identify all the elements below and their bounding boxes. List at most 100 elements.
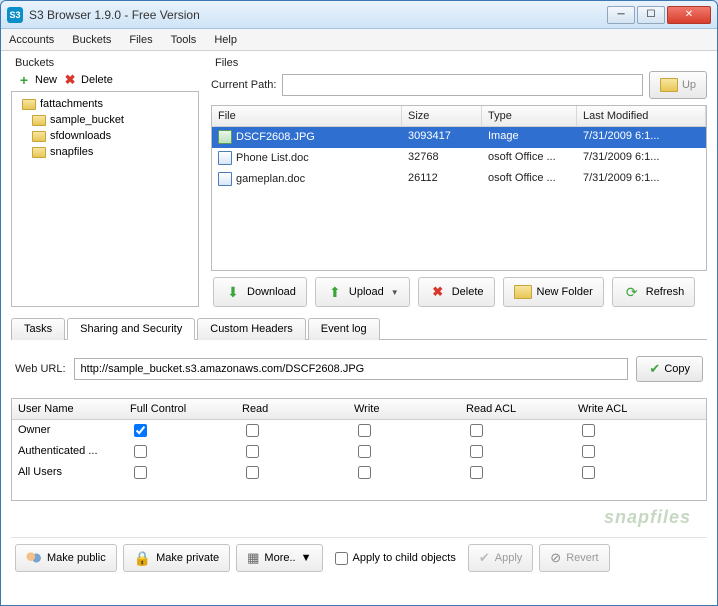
perm-col-racl[interactable]: Read ACL bbox=[460, 399, 572, 419]
path-label: Current Path: bbox=[211, 79, 276, 91]
file-row[interactable]: Phone List.doc32768osoft Office ...7/31/… bbox=[212, 148, 706, 169]
bucket-item[interactable]: sfdownloads bbox=[14, 128, 196, 144]
perm-checkbox[interactable] bbox=[358, 466, 371, 479]
menu-buckets[interactable]: Buckets bbox=[72, 34, 111, 46]
upload-icon: ⬆ bbox=[326, 283, 344, 301]
bucket-item[interactable]: snapfiles bbox=[14, 144, 196, 160]
app-window: S3 S3 Browser 1.9.0 - Free Version ─ ☐ ✕… bbox=[0, 0, 718, 606]
window-title: S3 Browser 1.9.0 - Free Version bbox=[29, 8, 607, 22]
download-icon: ⬇ bbox=[224, 283, 242, 301]
perm-checkbox[interactable] bbox=[358, 424, 371, 437]
col-type[interactable]: Type bbox=[482, 106, 577, 126]
apply-button[interactable]: ✔ Apply bbox=[468, 544, 533, 572]
perm-col-wacl[interactable]: Write ACL bbox=[572, 399, 684, 419]
make-private-button[interactable]: 🔒 Make private bbox=[123, 544, 230, 572]
path-input[interactable] bbox=[282, 74, 643, 96]
file-lm: 7/31/2009 6:1... bbox=[577, 169, 706, 189]
delete-file-button[interactable]: ✖ Delete bbox=[418, 277, 495, 307]
folder-up-icon bbox=[660, 78, 678, 92]
delete-file-label: Delete bbox=[452, 286, 484, 298]
apply-child-label: Apply to child objects bbox=[353, 552, 456, 564]
tab-tasks[interactable]: Tasks bbox=[11, 318, 65, 340]
perm-col-full[interactable]: Full Control bbox=[124, 399, 236, 419]
perm-checkbox[interactable] bbox=[134, 445, 147, 458]
minimize-button[interactable]: ─ bbox=[607, 6, 635, 24]
perm-checkbox[interactable] bbox=[358, 445, 371, 458]
buckets-tree: fattachments sample_bucket sfdownloads s… bbox=[11, 91, 199, 307]
check-icon: ✔ bbox=[479, 550, 490, 566]
upload-label: Upload bbox=[349, 286, 384, 298]
more-label: More.. bbox=[264, 552, 295, 564]
file-row[interactable]: gameplan.doc26112osoft Office ...7/31/20… bbox=[212, 169, 706, 190]
file-type: Image bbox=[482, 127, 577, 147]
tab-event-log[interactable]: Event log bbox=[308, 318, 380, 340]
revert-button[interactable]: ⊘ Revert bbox=[539, 544, 609, 572]
download-button[interactable]: ⬇ Download bbox=[213, 277, 307, 307]
apply-child-checkbox[interactable]: Apply to child objects bbox=[329, 552, 462, 565]
perm-checkbox[interactable] bbox=[470, 445, 483, 458]
app-icon: S3 bbox=[7, 7, 23, 23]
file-icon bbox=[218, 151, 232, 165]
perm-checkbox[interactable] bbox=[246, 445, 259, 458]
bucket-label: snapfiles bbox=[50, 146, 93, 158]
new-folder-icon bbox=[514, 285, 532, 299]
weburl-input[interactable] bbox=[74, 358, 629, 380]
copy-button[interactable]: ✔ Copy bbox=[636, 356, 703, 382]
file-size: 32768 bbox=[402, 148, 482, 168]
perm-checkbox[interactable] bbox=[246, 466, 259, 479]
refresh-button[interactable]: ⟳ Refresh bbox=[612, 277, 696, 307]
perm-row: Owner bbox=[12, 420, 706, 441]
delete-bucket-label: Delete bbox=[81, 74, 113, 86]
up-button[interactable]: Up bbox=[649, 71, 707, 99]
col-file[interactable]: File bbox=[212, 106, 402, 126]
upload-button[interactable]: ⬆ Upload ▼ bbox=[315, 277, 410, 307]
bucket-label: fattachments bbox=[40, 98, 103, 110]
folder-icon bbox=[32, 147, 46, 158]
make-public-button[interactable]: Make public bbox=[15, 544, 117, 572]
revert-icon: ⊘ bbox=[550, 550, 561, 566]
perm-col-user[interactable]: User Name bbox=[12, 399, 124, 419]
menu-files[interactable]: Files bbox=[129, 34, 152, 46]
perm-checkbox[interactable] bbox=[582, 424, 595, 437]
file-name: DSCF2608.JPG bbox=[236, 131, 315, 143]
close-button[interactable]: ✕ bbox=[667, 6, 711, 24]
chevron-down-icon: ▼ bbox=[301, 552, 312, 564]
perm-checkbox[interactable] bbox=[470, 466, 483, 479]
perm-checkbox[interactable] bbox=[246, 424, 259, 437]
perm-checkbox[interactable] bbox=[470, 424, 483, 437]
file-row[interactable]: DSCF2608.JPG3093417Image7/31/2009 6:1... bbox=[212, 127, 706, 148]
perm-checkbox[interactable] bbox=[582, 466, 595, 479]
menu-tools[interactable]: Tools bbox=[171, 34, 197, 46]
make-private-label: Make private bbox=[156, 552, 219, 564]
perm-col-read[interactable]: Read bbox=[236, 399, 348, 419]
folder-icon bbox=[22, 99, 36, 110]
bucket-item[interactable]: fattachments bbox=[14, 96, 196, 112]
apply-child-input[interactable] bbox=[335, 552, 348, 565]
tab-sharing[interactable]: Sharing and Security bbox=[67, 318, 195, 340]
bucket-item[interactable]: sample_bucket bbox=[14, 112, 196, 128]
perm-checkbox[interactable] bbox=[582, 445, 595, 458]
perm-checkbox[interactable] bbox=[134, 424, 147, 437]
file-icon bbox=[218, 130, 232, 144]
menu-help[interactable]: Help bbox=[214, 34, 237, 46]
folder-icon bbox=[32, 131, 46, 142]
tab-custom-headers[interactable]: Custom Headers bbox=[197, 318, 306, 340]
files-table: File Size Type Last Modified DSCF2608.JP… bbox=[211, 105, 707, 271]
perm-col-write[interactable]: Write bbox=[348, 399, 460, 419]
col-size[interactable]: Size bbox=[402, 106, 482, 126]
revert-label: Revert bbox=[566, 552, 598, 564]
col-lm[interactable]: Last Modified bbox=[577, 106, 706, 126]
file-type: osoft Office ... bbox=[482, 169, 577, 189]
delete-bucket-button[interactable]: ✖ Delete bbox=[63, 73, 113, 87]
lock-icon: 🔒 bbox=[134, 550, 151, 567]
maximize-button[interactable]: ☐ bbox=[637, 6, 665, 24]
menu-accounts[interactable]: Accounts bbox=[9, 34, 54, 46]
files-header: Files bbox=[211, 57, 707, 69]
perm-checkbox[interactable] bbox=[134, 466, 147, 479]
tabs: Tasks Sharing and Security Custom Header… bbox=[11, 317, 707, 340]
more-button[interactable]: ▦ More.. ▼ bbox=[236, 544, 322, 572]
new-folder-button[interactable]: New Folder bbox=[503, 277, 604, 307]
new-bucket-button[interactable]: + New bbox=[17, 73, 57, 87]
perm-user: Owner bbox=[12, 420, 124, 441]
menubar: Accounts Buckets Files Tools Help bbox=[1, 29, 717, 51]
